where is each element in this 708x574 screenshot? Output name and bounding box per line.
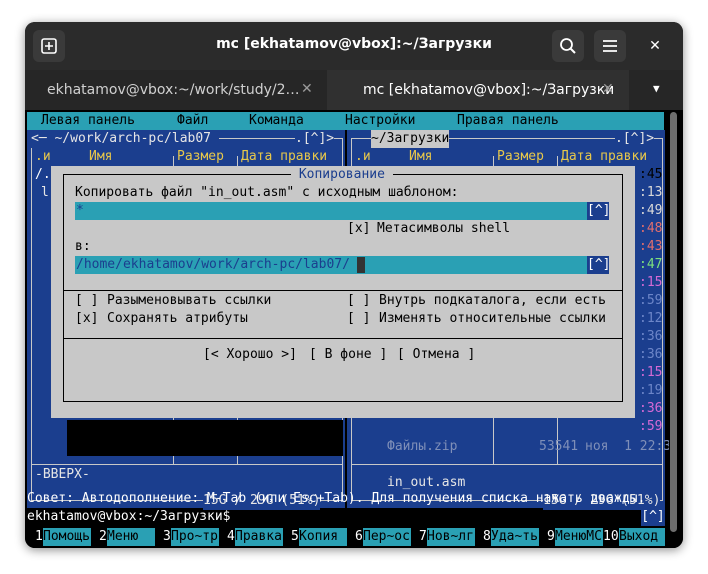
tab-study[interactable]: ekhatamov@vbox:~/work/study/2… [25, 70, 327, 110]
chevron-down-icon[interactable]: ▼ [653, 82, 660, 95]
fkey-copy[interactable]: Копия [299, 528, 347, 546]
scrollbar-thumb[interactable] [670, 112, 677, 532]
text-cursor [357, 257, 365, 273]
fkey-usermenu[interactable]: МенюМС [555, 528, 603, 546]
time-cell: :15 [639, 365, 663, 380]
dialog-prompt: Копировать файл "in_out.asm" с исходным … [75, 185, 459, 200]
time-cell: :48 [639, 221, 663, 236]
background-button[interactable]: [ В фоне ] [309, 346, 387, 364]
tab-study-label: ekhatamov@vbox:~/work/study/2… [47, 82, 300, 98]
menu-right-panel[interactable]: Правая панель [457, 112, 559, 130]
time-cell: :19 [639, 383, 663, 398]
tab-close-icon[interactable]: ✕ [602, 81, 614, 97]
title-bar: mc [ekhatamov@vbox]:~/Загрузки ✕ [25, 22, 683, 70]
tab-mc[interactable]: mc [ekhatamov@vbox]:~/Загрузки [327, 70, 629, 110]
time-cell: :13 [639, 185, 663, 200]
cancel-button[interactable]: [ Отмена ] [397, 346, 475, 364]
change-relative-label: Изменять относительные ссылки [379, 311, 606, 326]
time-cell: :59 [639, 419, 663, 434]
left-panel-path: <─ ~/work/arch-pc/lab07 [31, 130, 219, 148]
right-panel-path: ~/Загрузки [371, 130, 450, 148]
terminal-area[interactable]: Левая панель Файл Команда Настройки Прав… [25, 110, 683, 548]
right-header-name[interactable]: Имя [409, 148, 432, 166]
left-status-label: -ВВЕРХ- [35, 467, 90, 482]
metachar-label: Метасимволы shell [377, 221, 511, 236]
tab-bar: ekhatamov@vbox:~/work/study/2… ✕ mc [ekh… [25, 70, 683, 110]
prompt-history-button[interactable]: [^] [641, 508, 665, 526]
menu-settings[interactable]: Настройки [345, 112, 415, 130]
left-header-date[interactable]: Дата правки [241, 148, 327, 166]
time-cell: :12 [639, 311, 663, 326]
search-icon [560, 38, 576, 54]
left-header-prefix: .и [35, 149, 51, 164]
fkey-move[interactable]: Пер~ос [363, 528, 411, 546]
fkey-menu[interactable]: Меню [107, 528, 155, 546]
dest-label: в: [75, 239, 91, 254]
time-cell: :36 [639, 401, 663, 416]
close-button[interactable]: ✕ [639, 30, 671, 62]
right-panel-corner[interactable]: .[^]> [615, 130, 655, 148]
terminal-window: mc [ekhatamov@vbox]:~/Загрузки ✕ ekhatam… [25, 22, 683, 548]
time-cell: :43 [639, 239, 663, 254]
menu-left-panel[interactable]: Левая панель [41, 112, 135, 130]
time-cell: :15 [639, 275, 663, 290]
dereference-label: Разыменовывать ссылки [107, 293, 272, 308]
menu-file[interactable]: Файл [177, 112, 208, 130]
file-size: 53541 [539, 439, 579, 454]
shell-prompt[interactable]: ekhatamov@vbox:~/Загрузки$ [27, 508, 231, 526]
time-cell: :36 [639, 329, 663, 344]
dest-history-button[interactable]: [^] [587, 256, 610, 274]
fkey-edit[interactable]: Правка [235, 528, 283, 546]
fkey-exit[interactable]: Выход [619, 528, 665, 546]
right-time-column: :45 :13 :49 :48 :43 :47 :15 :59 :12 :36 … [639, 166, 663, 436]
left-second-entry[interactable]: l [41, 184, 49, 202]
tab-mc-label: mc [ekhatamov@vbox]:~/Загрузки [363, 82, 615, 98]
right-file-row[interactable]: Файлы.zip 53541 ноя 1 22:35 [347, 438, 679, 456]
fkey-view[interactable]: Про~тр [171, 528, 219, 546]
hamburger-menu-icon [603, 40, 617, 52]
source-history-button[interactable]: [^] [587, 202, 610, 220]
ok-button[interactable]: [< Хорошо >] [203, 346, 297, 364]
time-cell: :49 [639, 203, 663, 218]
into-subdir-label: Внутрь подкаталога, если есть [379, 293, 606, 308]
dialog-title: Копирование [291, 166, 393, 184]
left-first-entry[interactable]: /. [35, 166, 51, 184]
left-panel-corner[interactable]: .[^]> [295, 130, 335, 148]
search-button[interactable] [552, 30, 584, 62]
fkey-delete[interactable]: Уда~ть [491, 528, 539, 546]
window-title: mc [ekhatamov@vbox]:~/Загрузки [216, 36, 492, 52]
file-date: ноя 1 22:35 [585, 439, 679, 454]
function-key-bar: 1 Помощь 2 Меню 3 Про~тр 4 Правка 5 Копи… [35, 528, 666, 546]
time-cell: :36 [639, 347, 663, 362]
menu-button[interactable] [594, 30, 626, 62]
time-cell: :45 [639, 167, 663, 182]
preserve-attrs-label: Сохранять атрибуты [107, 311, 248, 326]
time-cell: :47 [639, 257, 663, 272]
time-cell: :59 [639, 293, 663, 308]
dest-path-input[interactable]: /home/ekhatamov/work/arch-pc/lab07/ [75, 256, 587, 274]
right-header-date[interactable]: Дата правки [561, 148, 647, 166]
tab-close-icon[interactable]: ✕ [301, 81, 313, 97]
menu-command[interactable]: Команда [249, 112, 304, 130]
right-header-prefix: .и [355, 149, 371, 164]
copy-dialog: Копирование Копировать файл "in_out.asm"… [51, 166, 635, 418]
source-pattern-input[interactable]: * [75, 202, 587, 220]
left-header-size[interactable]: Размер [177, 148, 224, 166]
close-icon: ✕ [649, 38, 661, 54]
right-header-size[interactable]: Размер [497, 148, 544, 166]
mc-menubar: Левая панель Файл Команда Настройки Прав… [27, 112, 664, 130]
file-name: Файлы.zip [387, 439, 458, 454]
fkey-mkdir[interactable]: Нов~лг [427, 528, 475, 546]
left-header-name[interactable]: Имя [89, 148, 112, 166]
fkey-help[interactable]: Помощь [43, 528, 91, 546]
hint-line: Совет: Автодополнение: M-Tab (или Esc+Ta… [27, 491, 646, 506]
terminal-scrollbar[interactable] [669, 110, 678, 548]
